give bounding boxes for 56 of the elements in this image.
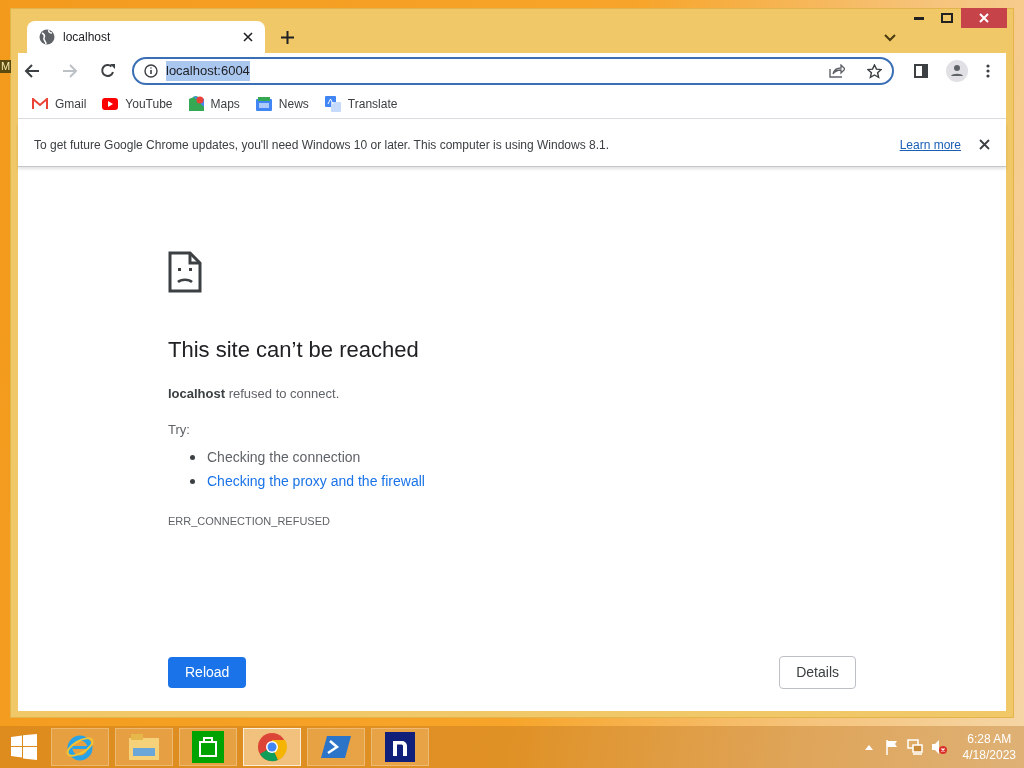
error-message: localhost refused to connect. xyxy=(168,385,341,403)
speaker-muted-icon[interactable] xyxy=(930,739,947,755)
info-icon xyxy=(144,64,158,78)
info-bar-message: To get future Google Chrome updates, you'll need Windows 10 or later. This computer is using Windows 8.1. xyxy=(34,136,611,154)
sad-page-icon xyxy=(168,251,202,293)
close-icon[interactable] xyxy=(979,139,990,150)
bookmark[interactable]: News xyxy=(255,94,309,113)
browser-tab[interactable]: localhost xyxy=(27,21,265,53)
menu-icon[interactable] xyxy=(986,64,990,78)
tab-title: localhost xyxy=(63,29,112,46)
close-button[interactable] xyxy=(961,8,1007,28)
bookmark[interactable]: Translate xyxy=(324,94,398,113)
map-pin-icon xyxy=(188,96,204,111)
windows-logo-icon xyxy=(11,734,37,760)
share-icon[interactable] xyxy=(829,64,845,78)
desktop-icon-label: M xyxy=(0,60,12,73)
folder-icon xyxy=(129,734,159,760)
error-code: ERR_CONNECTION_REFUSED xyxy=(168,514,331,529)
bookmark[interactable]: Maps xyxy=(188,94,240,113)
terminal-icon xyxy=(321,734,351,760)
bullet-icon xyxy=(190,454,195,460)
bookmark[interactable]: YouTube xyxy=(102,94,173,113)
bookmark[interactable]: Gmail xyxy=(32,94,87,113)
translate-icon xyxy=(324,95,341,112)
mail-icon xyxy=(32,97,48,110)
chevron-down-icon[interactable] xyxy=(884,34,896,42)
side-panel-icon[interactable] xyxy=(914,64,928,78)
clock-date: 4/18/2023 xyxy=(962,747,1016,763)
bullet-icon xyxy=(190,478,195,484)
minimize-icon xyxy=(914,16,924,20)
error-title: This site can’t be reached xyxy=(168,336,420,364)
clock-time: 6:28 AM xyxy=(967,731,1012,747)
reload-button[interactable]: Reload xyxy=(168,657,247,688)
try-label: Try: xyxy=(168,420,191,439)
n-logo-icon xyxy=(385,732,415,762)
back-icon[interactable] xyxy=(24,63,40,79)
shopping-bag-icon xyxy=(192,731,224,763)
reload-icon[interactable] xyxy=(100,63,116,79)
profile-avatar-icon[interactable] xyxy=(946,60,968,82)
chrome-icon xyxy=(257,732,287,762)
globe-icon xyxy=(39,29,55,45)
maximize-icon xyxy=(941,13,953,23)
details-button[interactable]: Details xyxy=(779,656,856,689)
close-icon[interactable] xyxy=(243,32,253,42)
address-bar[interactable]: localhost:6004 xyxy=(132,57,894,85)
close-icon xyxy=(979,13,989,23)
play-icon xyxy=(102,97,119,110)
url-text: localhost:6004 xyxy=(166,61,250,81)
taskbar-app[interactable] xyxy=(371,728,429,766)
new-tab-icon[interactable] xyxy=(281,31,294,44)
suggestion-text: Checking the connection xyxy=(207,447,361,467)
suggestion-link[interactable]: Checking the proxy and the firewall xyxy=(207,470,425,492)
learn-more-link[interactable]: Learn more xyxy=(899,135,961,154)
newspaper-icon xyxy=(255,96,272,111)
star-icon[interactable] xyxy=(867,63,882,79)
network-icon[interactable] xyxy=(906,739,923,755)
